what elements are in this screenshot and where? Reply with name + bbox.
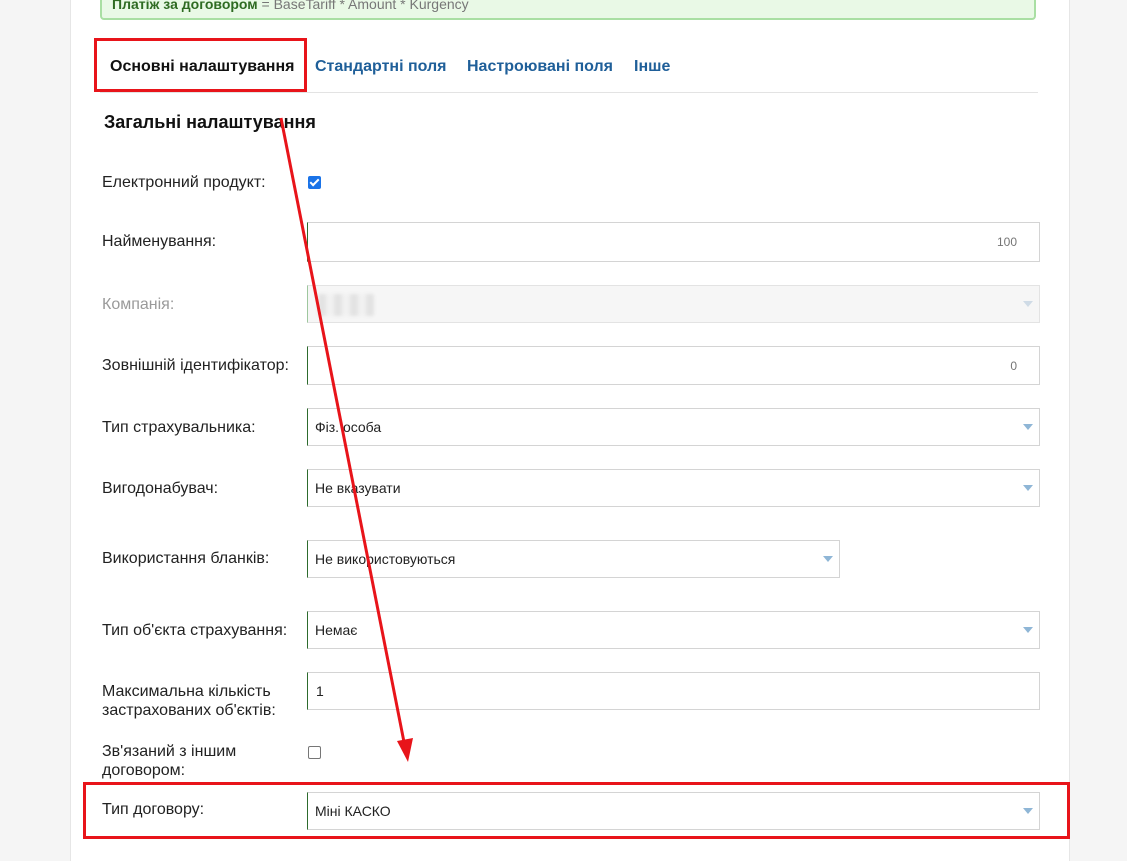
formula-label: Платіж за договором: [112, 0, 258, 12]
object-type-label: Тип об'єкта страхування:: [102, 622, 288, 639]
chevron-down-icon: [1023, 808, 1033, 814]
formula-banner: Платіж за договором = BaseTariff * Amoun…: [100, 0, 1036, 20]
company-label: Компанія:: [102, 296, 175, 313]
company-select[interactable]: [307, 285, 1040, 323]
contract-type-select[interactable]: Міні КАСКО: [307, 792, 1040, 830]
external-id-input[interactable]: [308, 347, 1039, 384]
contract-type-value: Міні КАСКО: [315, 803, 391, 819]
formula-expression: = BaseTariff * Amount * Kurgency: [261, 0, 469, 12]
blanks-usage-select[interactable]: Не використовуються: [307, 540, 840, 578]
tab-other[interactable]: Інше: [634, 58, 670, 76]
electronic-product-label: Електронний продукт:: [102, 174, 266, 191]
max-objects-field[interactable]: [307, 672, 1040, 710]
chevron-down-icon: [1023, 485, 1033, 491]
blanks-usage-value: Не використовуються: [315, 551, 456, 567]
insurer-type-value: Фіз. особа: [315, 419, 382, 435]
blanks-usage-label: Використання бланків:: [102, 550, 270, 567]
name-field[interactable]: [307, 222, 1040, 262]
insurer-type-select[interactable]: Фіз. особа: [307, 408, 1040, 446]
section-title: Загальні налаштування: [104, 112, 316, 132]
linked-contract-label-line2: договором:: [102, 762, 186, 779]
max-objects-label-line1: Максимальна кількість: [102, 683, 271, 700]
name-input[interactable]: [308, 223, 1039, 261]
tab-standard-fields[interactable]: Стандартні поля: [315, 58, 447, 76]
company-redacted-value: [318, 294, 374, 316]
linked-contract-label-line1: Зв'язаний з іншим: [102, 743, 237, 760]
max-objects-label: Максимальна кількість застрахованих об'є…: [102, 682, 276, 720]
object-type-value: Немає: [315, 622, 358, 638]
insurer-type-label: Тип страхувальника:: [102, 419, 256, 436]
contract-type-label: Тип договору:: [102, 801, 205, 818]
electronic-product-checkbox[interactable]: [308, 176, 321, 189]
chevron-down-icon: [1023, 301, 1033, 307]
beneficiary-select[interactable]: Не вказувати: [307, 469, 1040, 507]
beneficiary-value: Не вказувати: [315, 480, 401, 496]
external-id-label: Зовнішній ідентифікатор:: [102, 357, 289, 374]
beneficiary-label: Вигодонабувач:: [102, 480, 219, 497]
chevron-down-icon: [1023, 627, 1033, 633]
tab-bar: Основні налаштування Стандартні поля Нас…: [100, 44, 1038, 93]
linked-contract-label: Зв'язаний з іншим договором:: [102, 742, 236, 780]
chevron-down-icon: [823, 556, 833, 562]
tab-main-settings[interactable]: Основні налаштування: [110, 58, 294, 76]
max-objects-label-line2: застрахованих об'єктів:: [102, 702, 276, 719]
tab-custom-fields[interactable]: Настроювані поля: [467, 58, 613, 76]
external-id-field[interactable]: [307, 346, 1040, 385]
linked-contract-checkbox[interactable]: [308, 746, 321, 759]
name-label: Найменування:: [102, 233, 217, 250]
max-objects-input[interactable]: [308, 673, 1039, 709]
object-type-select[interactable]: Немає: [307, 611, 1040, 649]
chevron-down-icon: [1023, 424, 1033, 430]
